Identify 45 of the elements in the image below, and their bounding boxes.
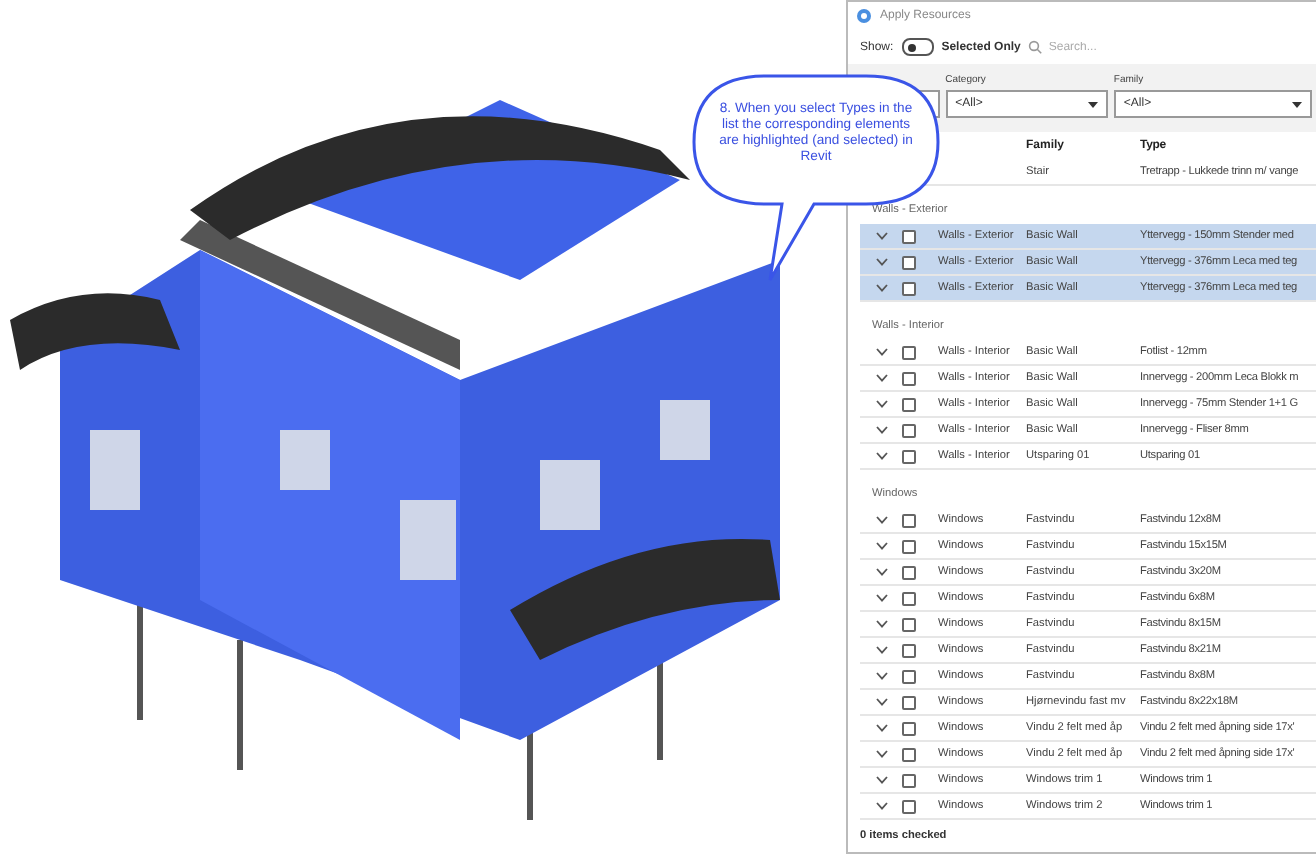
row-checkbox[interactable] — [902, 449, 916, 464]
dropdown-arrow-icon — [1292, 101, 1302, 108]
row-checkbox[interactable] — [902, 345, 916, 360]
row-checkbox[interactable] — [902, 229, 916, 244]
chevron-icon[interactable] — [875, 232, 887, 241]
chevron-icon[interactable] — [875, 426, 887, 435]
app-icon — [856, 7, 872, 24]
chevron-icon[interactable] — [875, 776, 887, 785]
row-checkbox[interactable] — [902, 281, 916, 296]
dropdown-arrow-icon — [1087, 101, 1098, 108]
row-checkbox[interactable] — [902, 423, 916, 438]
row-checkbox[interactable] — [902, 371, 916, 386]
row-checkbox[interactable] — [902, 643, 916, 658]
row-checkbox[interactable] — [902, 591, 916, 606]
row-checkbox[interactable] — [902, 255, 916, 270]
chevron-icon[interactable] — [875, 724, 887, 733]
row-checkbox[interactable] — [902, 617, 916, 632]
chevron-icon[interactable] — [875, 646, 887, 655]
row-checkbox[interactable] — [902, 695, 916, 710]
chevron-icon[interactable] — [875, 750, 887, 759]
search-icon — [1028, 40, 1043, 55]
selected-only-toggle[interactable] — [901, 38, 934, 57]
chevron-icon[interactable] — [875, 542, 887, 551]
chevron-icon[interactable] — [875, 568, 887, 577]
row-checkbox[interactable] — [902, 773, 916, 788]
chevron-icon[interactable] — [875, 698, 887, 707]
row-checkbox[interactable] — [902, 747, 916, 762]
row-checkbox[interactable] — [902, 799, 916, 814]
chevron-icon[interactable] — [875, 672, 887, 681]
chevron-icon[interactable] — [875, 802, 887, 811]
chevron-icon[interactable] — [875, 452, 887, 461]
chevron-icon[interactable] — [875, 400, 887, 409]
chevron-icon[interactable] — [875, 594, 887, 603]
chevron-icon[interactable] — [875, 258, 887, 267]
row-checkbox[interactable] — [902, 539, 916, 554]
chevron-icon[interactable] — [875, 620, 887, 629]
chevron-icon[interactable] — [875, 374, 887, 383]
row-checkbox[interactable] — [902, 669, 916, 684]
row-checkbox[interactable] — [902, 565, 916, 580]
row-checkbox[interactable] — [902, 721, 916, 736]
row-checkbox[interactable] — [902, 397, 916, 412]
chevron-icon[interactable] — [875, 516, 887, 525]
chevron-icon[interactable] — [875, 284, 887, 293]
row-checkbox[interactable] — [902, 513, 916, 528]
chevron-icon[interactable] — [875, 348, 887, 357]
